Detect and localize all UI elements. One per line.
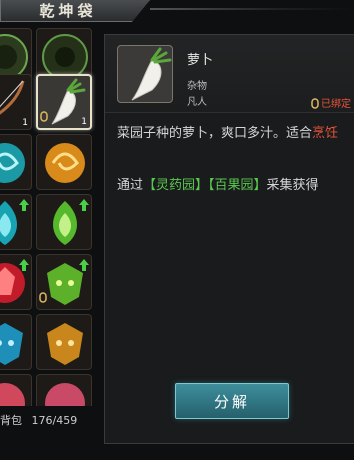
pink-item-icon <box>0 383 25 406</box>
bound-label: 已绑定 <box>321 99 351 110</box>
bag-label: 背包 <box>0 414 22 427</box>
pink-item-icon <box>45 383 85 406</box>
gold-swirl-item-icon <box>45 143 85 183</box>
desc-highlight: 烹饪 <box>312 126 339 141</box>
bind-lock-icon <box>39 288 47 307</box>
gold-mask-item-icon <box>47 323 83 365</box>
inventory-slot[interactable] <box>36 134 92 190</box>
inventory-slot[interactable] <box>0 254 32 310</box>
bag-count: 176/459 <box>31 414 78 427</box>
item-name: 萝卜 <box>187 53 214 68</box>
source-link-orchard[interactable]: 【百果园】 <box>208 178 267 193</box>
inventory-slot[interactable] <box>36 314 92 370</box>
upgrade-arrow-icon <box>79 196 89 215</box>
window-title: 乾坤袋 <box>39 2 97 20</box>
slot-count: 1 <box>22 118 28 128</box>
upgrade-arrow-icon <box>19 196 29 215</box>
inventory-slot[interactable] <box>36 194 92 250</box>
inventory-slot[interactable] <box>0 194 32 250</box>
bag-capacity: 背包 176/459 <box>0 412 77 428</box>
blue-mask-item-icon <box>0 323 23 365</box>
bind-lock-icon <box>311 97 319 109</box>
radish-icon <box>131 47 172 101</box>
inventory-slot[interactable] <box>0 134 32 190</box>
inventory-grid[interactable]: 1 1 <box>0 28 96 406</box>
source-prefix: 通过 <box>117 178 144 193</box>
decompose-button[interactable]: 分解 <box>175 383 289 419</box>
bind-lock-icon <box>40 107 48 126</box>
inventory-slot[interactable] <box>0 314 32 370</box>
item-icon-frame <box>117 45 173 103</box>
inventory-slot[interactable] <box>36 374 92 406</box>
desc-text: 菜园子种的萝卜，爽口多汁。适合 <box>117 126 313 141</box>
item-type: 杂物 <box>187 81 207 92</box>
title-divider <box>150 8 354 10</box>
item-detail-panel: 萝卜 杂物 凡人 已绑定 菜园子种的萝卜，爽口多汁。适合烹饪 通过【灵药园】【百… <box>104 34 354 444</box>
source-link-herb-garden[interactable]: 【灵药园】 <box>143 178 208 193</box>
cyan-swirl-item-icon <box>0 143 25 183</box>
item-detail-header: 萝卜 杂物 凡人 已绑定 <box>105 35 354 113</box>
decompose-label: 分解 <box>213 392 250 411</box>
item-source: 通过【灵药园】【百果园】采集获得 <box>117 175 347 196</box>
inventory-slot[interactable] <box>0 374 32 406</box>
upgrade-arrow-icon <box>19 256 29 275</box>
slot-count: 1 <box>81 117 87 127</box>
window-title-tab: 乾坤袋 <box>0 0 150 22</box>
inventory-slot[interactable] <box>36 254 92 310</box>
bound-tag: 已绑定 <box>311 95 351 110</box>
item-description: 菜园子种的萝卜，爽口多汁。适合烹饪 <box>117 123 347 144</box>
inventory-slot-selected[interactable]: 1 <box>36 74 92 130</box>
inventory-slot[interactable]: 1 <box>0 74 32 130</box>
source-suffix: 采集获得 <box>266 178 319 193</box>
item-grade: 凡人 <box>187 97 207 108</box>
upgrade-arrow-icon <box>79 256 89 275</box>
